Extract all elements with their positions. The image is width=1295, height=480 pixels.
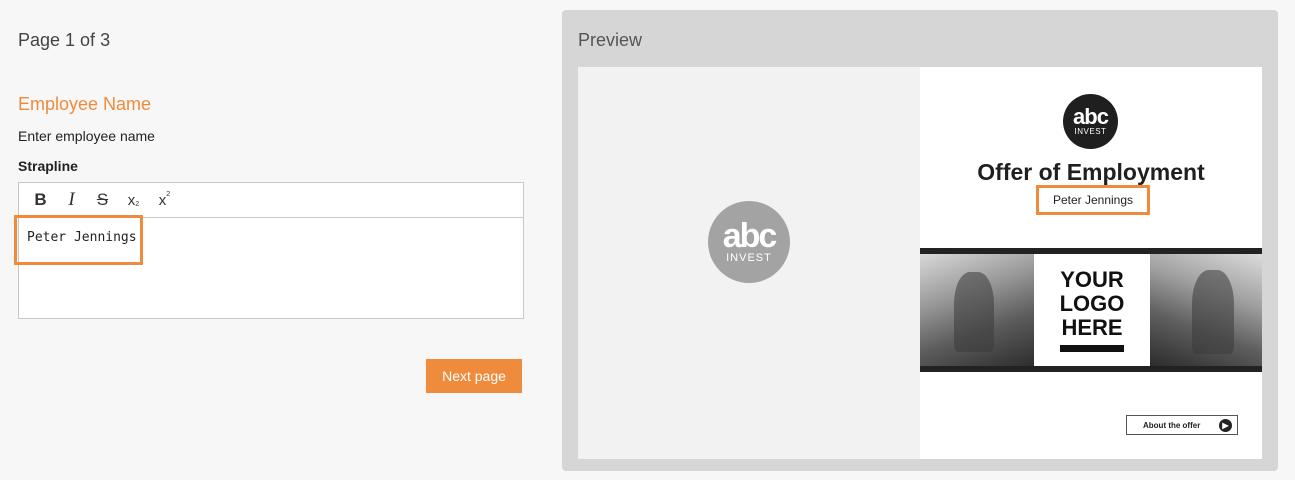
- about-offer-label: About the offer: [1143, 420, 1201, 430]
- person-figure: [1192, 270, 1234, 354]
- italic-icon[interactable]: I: [58, 187, 85, 214]
- subscript-x: x: [127, 191, 136, 209]
- preview-title: Preview: [578, 30, 643, 50]
- offer-title: Offer of Employment: [977, 159, 1205, 185]
- greenhouse-photo-left: [920, 254, 1034, 366]
- logo-invest-text: INVEST: [726, 252, 772, 264]
- logo-abc-text-small: abc: [1073, 104, 1109, 129]
- logo-placeholder-bar: [1060, 345, 1124, 352]
- logo-placeholder: YOUR LOGO HERE: [1034, 254, 1150, 366]
- subscript-mark: 2: [135, 200, 140, 208]
- preview-employee-name: Peter Jennings: [1036, 185, 1150, 215]
- arrow-right-icon: ▶: [1219, 418, 1232, 432]
- preview-cover-back: abc INVEST: [578, 67, 920, 459]
- editor-toolbar: B I S x2 x2: [19, 183, 523, 218]
- next-page-button[interactable]: Next page: [426, 359, 522, 393]
- subscript-icon[interactable]: x2: [120, 187, 147, 214]
- strikethrough-icon[interactable]: S: [89, 187, 116, 214]
- greenhouse-photo-right: [1150, 254, 1262, 366]
- preview-canvas: abc INVEST abc INVEST Offer of Employmen…: [578, 67, 1262, 459]
- about-offer-button[interactable]: About the offer ▶: [1126, 415, 1238, 435]
- logo-abc-text: abc: [722, 217, 778, 255]
- logo-placeholder-label: YOUR LOGO HERE: [1059, 267, 1125, 340]
- field-help-text: Enter employee name: [18, 128, 155, 144]
- preview-panel: Preview abc INVEST abc INVEST Offer of E…: [562, 10, 1278, 471]
- abc-invest-logo-large: abc INVEST: [708, 201, 790, 283]
- section-title: Employee Name: [18, 94, 152, 114]
- person-figure: [954, 272, 994, 352]
- superscript-x: x: [158, 191, 167, 209]
- bold-icon[interactable]: B: [27, 187, 54, 214]
- page-indicator: Page 1 of 3: [18, 30, 111, 50]
- strapline-input[interactable]: Peter Jennings: [19, 218, 523, 318]
- logo-invest-text-small: INVEST: [1074, 127, 1107, 136]
- superscript-icon[interactable]: x2: [151, 187, 178, 214]
- photo-strip: YOUR LOGO HERE: [920, 248, 1262, 372]
- preview-cover-front: abc INVEST Offer of Employment Peter Jen…: [920, 67, 1262, 459]
- logo-placeholder-text: YOUR LOGO HERE: [1052, 268, 1132, 340]
- superscript-mark: 2: [166, 190, 171, 198]
- strapline-editor: B I S x2 x2 Peter Jennings: [18, 182, 524, 319]
- abc-invest-logo-small: abc INVEST: [1063, 94, 1118, 149]
- strapline-label: Strapline: [18, 158, 78, 174]
